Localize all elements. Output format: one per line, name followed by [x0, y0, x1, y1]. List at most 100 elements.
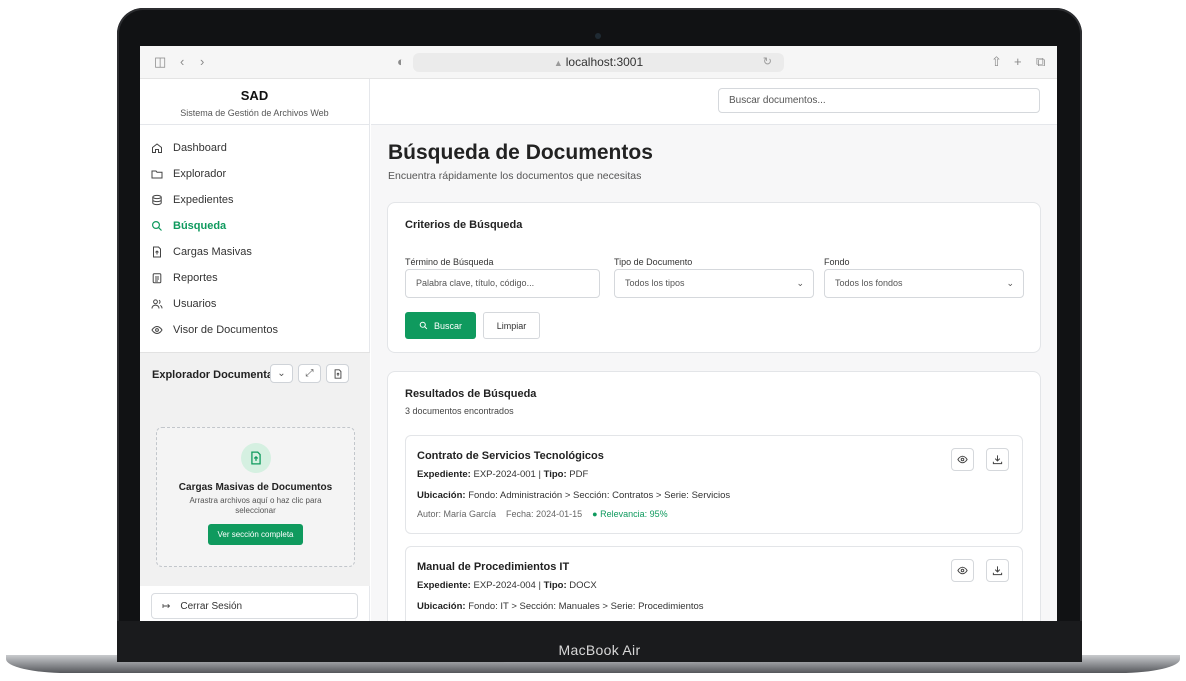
browser-toolbar: ◫ ‹ › ◐ ▲ localhost:3001 ↻ ⇧ + ⧉	[140, 46, 1057, 79]
sidebar-item-reportes[interactable]: Reportes	[140, 265, 369, 291]
result-item[interactable]: Contrato de Servicios Tecnológicos Exped…	[405, 435, 1023, 534]
exp-label: Expediente:	[417, 469, 471, 480]
document-explorer-header: Explorador Documental ⌄ ⤢	[140, 352, 370, 415]
view-button[interactable]	[951, 448, 974, 471]
main-content: Buscar documentos... Búsqueda de Documen…	[371, 79, 1057, 621]
chevron-down-icon: ⌄	[796, 278, 804, 288]
upload-file-icon	[240, 443, 271, 473]
device-label: MacBook Air	[117, 621, 1082, 662]
url-text: localhost:3001	[565, 55, 644, 69]
reload-icon[interactable]: ↻	[763, 53, 772, 72]
camera-icon	[595, 33, 601, 39]
result-location: Ubicación: Fondo: IT > Sección: Manuales…	[417, 601, 704, 612]
eye-icon	[957, 566, 968, 575]
result-relevance: Relevancia: 95%	[600, 509, 668, 519]
criteria-title: Criterios de Búsqueda	[405, 219, 523, 231]
global-search-input[interactable]: Buscar documentos...	[718, 88, 1040, 113]
page-title: Búsqueda de Documentos	[388, 141, 653, 164]
term-label: Término de Búsqueda	[405, 257, 494, 267]
sidebar-item-label: Explorador	[173, 168, 227, 180]
forward-icon[interactable]: ›	[200, 54, 204, 70]
sidebar-item-label: Expedientes	[173, 194, 234, 206]
search-button[interactable]: Buscar	[405, 312, 476, 339]
new-tab-icon[interactable]: +	[1014, 54, 1022, 70]
page-subtitle: Encuentra rápidamente los documentos que…	[388, 170, 642, 182]
explorer-title: Explorador Documental	[152, 369, 277, 381]
dropzone-subtitle: Arrastra archivos aquí o haz clic para s…	[189, 496, 322, 515]
type-label: Tipo:	[543, 469, 567, 480]
type-value: PDF	[569, 469, 589, 480]
search-term-input[interactable]: Palabra clave, título, código...	[405, 269, 600, 298]
relevance-dot-icon: ●	[592, 509, 598, 519]
database-icon	[150, 193, 164, 207]
results-count: 3 documentos encontrados	[405, 406, 514, 416]
eye-icon	[957, 455, 968, 464]
sidebar-item-dashboard[interactable]: Dashboard	[140, 135, 369, 161]
results-card: Resultados de Búsqueda 3 documentos enco…	[387, 371, 1041, 621]
loc-value: Fondo: IT > Sección: Manuales > Serie: P…	[468, 601, 704, 612]
result-item[interactable]: Manual de Procedimientos IT Expediente: …	[405, 546, 1023, 621]
clear-button[interactable]: Limpiar	[483, 312, 540, 339]
download-icon	[992, 455, 1003, 465]
privacy-shield-icon: ◐	[397, 54, 405, 69]
type-label: Tipo:	[543, 580, 567, 591]
top-bar: Buscar documentos...	[371, 79, 1057, 125]
search-button-label: Buscar	[433, 320, 462, 331]
app-title: SAD	[240, 88, 269, 103]
sidebar: SAD Sistema de Gestión de Archivos Web D…	[140, 79, 370, 621]
sidebar-item-label: Cargas Masivas	[173, 246, 252, 258]
logout-icon: ↦	[162, 600, 171, 612]
sidebar-toggle-icon[interactable]: ◫	[154, 54, 166, 70]
result-title: Contrato de Servicios Tecnológicos	[417, 450, 604, 462]
download-button[interactable]	[986, 559, 1009, 582]
eye-icon	[150, 323, 164, 337]
result-expediente: Expediente: EXP-2024-004 | Tipo: DOCX	[417, 580, 597, 591]
sidebar-item-label: Búsqueda	[173, 220, 227, 232]
fondo-label: Fondo	[824, 257, 850, 267]
sidebar-item-busqueda[interactable]: Búsqueda	[140, 213, 369, 239]
search-icon	[150, 219, 164, 233]
exp-value: EXP-2024-004	[473, 580, 536, 591]
upload-file-icon[interactable]	[326, 364, 349, 383]
sidebar-item-cargas-masivas[interactable]: Cargas Masivas	[140, 239, 369, 265]
sidebar-item-explorador[interactable]: Explorador	[140, 161, 369, 187]
address-bar[interactable]: ▲ localhost:3001 ↻	[413, 53, 784, 72]
upload-file-icon	[150, 245, 164, 259]
download-button[interactable]	[986, 448, 1009, 471]
sidebar-item-label: Reportes	[173, 272, 218, 284]
logout-label: Cerrar Sesión	[180, 600, 243, 612]
users-icon	[150, 297, 164, 311]
share-icon[interactable]: ⇧	[991, 54, 1002, 70]
back-icon[interactable]: ‹	[180, 54, 184, 70]
doc-type-select[interactable]: Todos los tipos ⌄	[614, 269, 814, 298]
search-icon	[419, 321, 428, 330]
result-date: Fecha: 2024-01-15	[506, 509, 583, 519]
sidebar-item-label: Usuarios	[173, 298, 217, 310]
expand-icon[interactable]: ⤢	[298, 364, 321, 383]
chevron-down-icon[interactable]: ⌄	[270, 364, 293, 383]
result-title: Manual de Procedimientos IT	[417, 561, 570, 573]
sidebar-item-label: Dashboard	[173, 142, 227, 154]
result-location: Ubicación: Fondo: Administración > Secci…	[417, 490, 730, 501]
sidebar-item-usuarios[interactable]: Usuarios	[140, 291, 369, 317]
dropzone-title: Cargas Masivas de Documentos	[178, 482, 333, 493]
lock-icon: ▲	[553, 58, 563, 68]
loc-value: Fondo: Administración > Sección: Contrat…	[468, 490, 731, 501]
chevron-down-icon: ⌄	[1006, 278, 1014, 288]
exp-value: EXP-2024-001	[473, 469, 536, 480]
tabs-overview-icon[interactable]: ⧉	[1036, 54, 1045, 70]
result-expediente: Expediente: EXP-2024-001 | Tipo: PDF	[417, 469, 589, 480]
folder-icon	[150, 167, 164, 181]
type-value: DOCX	[569, 580, 597, 591]
app-subtitle: Sistema de Gestión de Archivos Web	[180, 108, 329, 118]
sidebar-item-visor[interactable]: Visor de Documentos	[140, 317, 369, 343]
clipboard-icon	[150, 271, 164, 285]
upload-dropzone[interactable]: Cargas Masivas de Documentos Arrastra ar…	[156, 427, 355, 567]
logout-button[interactable]: ↦ Cerrar Sesión	[151, 593, 358, 619]
doc-type-label: Tipo de Documento	[614, 257, 693, 267]
view-button[interactable]	[951, 559, 974, 582]
exp-label: Expediente:	[417, 580, 471, 591]
fondo-select[interactable]: Todos los fondos ⌄	[824, 269, 1024, 298]
view-full-section-button[interactable]: Ver sección completa	[208, 524, 303, 545]
sidebar-item-expedientes[interactable]: Expedientes	[140, 187, 369, 213]
